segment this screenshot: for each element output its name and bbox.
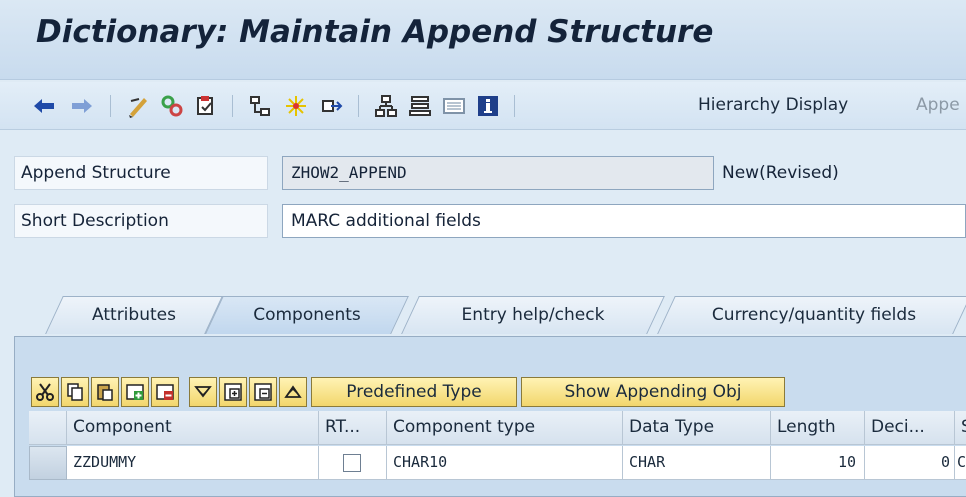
back-icon[interactable]: [30, 92, 58, 120]
tab-entry-help-check[interactable]: Entry help/check: [401, 296, 665, 334]
column-header-component-type[interactable]: Component type: [387, 411, 623, 445]
toolbar-separator: [232, 95, 233, 117]
append-structure-row: Append Structure ZHOW2_APPEND New(Revise…: [14, 156, 966, 190]
tab-attributes[interactable]: Attributes: [45, 296, 223, 334]
display-change-icon[interactable]: [124, 92, 152, 120]
information-icon[interactable]: [474, 92, 502, 120]
append-button[interactable]: Appe: [916, 95, 960, 115]
hierarchy-icon[interactable]: [372, 92, 400, 120]
expand-icon[interactable]: [219, 377, 247, 407]
navigation-icon[interactable]: [318, 92, 346, 120]
collapse-icon[interactable]: [249, 377, 277, 407]
forward-icon[interactable]: [68, 92, 96, 120]
tab-currency-quantity-fields[interactable]: Currency/quantity fields: [657, 296, 966, 334]
rt-checkbox[interactable]: [343, 454, 361, 472]
cell-short-text[interactable]: Ch: [955, 446, 966, 480]
application-toolbar: Hierarchy Display Appe: [0, 82, 966, 130]
cell-component-type[interactable]: CHAR10: [387, 446, 623, 480]
components-panel: Predefined Type Show Appending Obj Compo…: [14, 336, 966, 497]
move-up-icon[interactable]: [279, 377, 307, 407]
predefined-type-button[interactable]: Predefined Type: [311, 377, 517, 407]
short-description-field[interactable]: MARC additional fields: [282, 204, 966, 238]
tab-strip: Attributes Components Entry help/check C…: [0, 290, 966, 336]
paste-icon[interactable]: [91, 377, 119, 407]
append-structure-label: Append Structure: [14, 156, 268, 190]
column-header-rt[interactable]: RT...: [319, 411, 387, 445]
short-description-row: Short Description MARC additional fields: [14, 204, 966, 238]
append-structure-field[interactable]: ZHOW2_APPEND: [282, 156, 714, 190]
cell-data-type[interactable]: CHAR: [623, 446, 771, 480]
active-inactive-icon[interactable]: [158, 92, 186, 120]
where-used-icon[interactable]: [246, 92, 274, 120]
column-header-component[interactable]: Component: [67, 411, 319, 445]
toolbar-separator: [110, 95, 111, 117]
tab-components[interactable]: Components: [205, 296, 409, 334]
copy-icon[interactable]: [61, 377, 89, 407]
column-header-decimals[interactable]: Deci...: [865, 411, 955, 445]
toolbar-separator: [358, 95, 359, 117]
delete-row-icon[interactable]: [151, 377, 179, 407]
cut-icon[interactable]: [31, 377, 59, 407]
title-bar: Dictionary: Maintain Append Structure: [0, 0, 966, 80]
column-header-short-text[interactable]: Sh: [955, 411, 966, 445]
other-object-icon[interactable]: [282, 92, 310, 120]
column-header-data-type[interactable]: Data Type: [623, 411, 771, 445]
technical-settings-icon[interactable]: [406, 92, 434, 120]
cell-component[interactable]: ZZDUMMY: [67, 446, 319, 480]
toolbar-separator: [514, 95, 515, 117]
select-all-header[interactable]: [29, 411, 67, 445]
hierarchy-display-button[interactable]: Hierarchy Display: [698, 95, 848, 115]
cell-decimals[interactable]: 0: [865, 446, 955, 480]
list-icon[interactable]: [440, 92, 468, 120]
column-header-length[interactable]: Length: [771, 411, 865, 445]
insert-row-icon[interactable]: [121, 377, 149, 407]
find-next-icon[interactable]: [189, 377, 217, 407]
status-text: New(Revised): [722, 163, 839, 183]
show-appending-obj-button[interactable]: Show Appending Obj: [521, 377, 785, 407]
short-description-label: Short Description: [14, 204, 268, 238]
row-selector[interactable]: [29, 446, 67, 480]
check-object-icon[interactable]: [192, 92, 220, 120]
page-title: Dictionary: Maintain Append Structure: [36, 14, 714, 50]
cell-length[interactable]: 10: [771, 446, 865, 480]
cell-rt: [319, 446, 387, 480]
